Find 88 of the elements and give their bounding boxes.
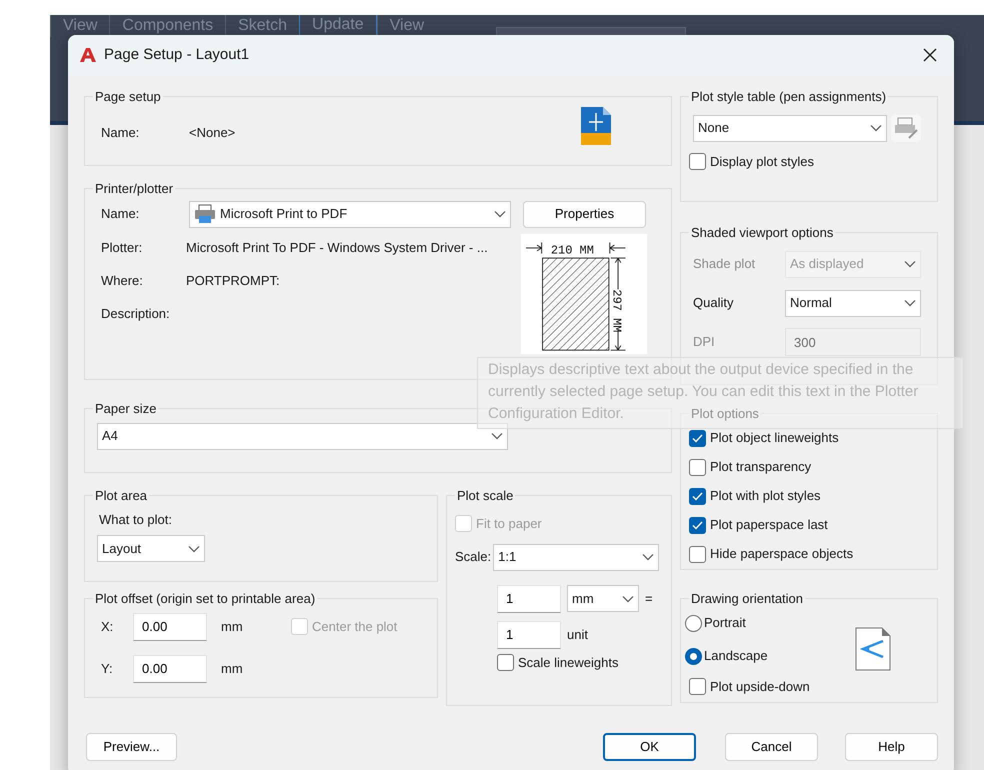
- dropdown[interactable]: None: [693, 114, 887, 142]
- group-title: Plot scale: [456, 488, 514, 504]
- dropdown[interactable]: Layout: [97, 535, 205, 562]
- field-label: Where:: [100, 272, 144, 290]
- caret-icon: [870, 124, 882, 132]
- field-label: Y:: [100, 660, 114, 678]
- field-label: Name:: [100, 205, 140, 224]
- radio-label: Portrait: [704, 614, 746, 632]
- caret-icon: [904, 299, 916, 308]
- group-title: Page setup: [94, 89, 162, 105]
- group-title: Drawing orientation: [690, 591, 804, 607]
- field-label: Plotter:: [100, 239, 144, 258]
- checkbox[interactable]: [689, 546, 706, 563]
- checkbox-label: Plot paperspace last: [710, 516, 828, 534]
- printer-edit-icon: [893, 117, 919, 140]
- checkbox[interactable]: [689, 678, 706, 696]
- group-title: Printer/plotter: [94, 181, 174, 197]
- checkbox-label: Plot upside-down: [710, 678, 810, 696]
- group-title: Plot offset (origin set to printable area): [94, 591, 316, 607]
- dialog-button[interactable]: Help: [845, 733, 938, 761]
- printer-dropdown[interactable]: Microsoft Print to PDF: [189, 200, 511, 228]
- checkbox-label: Scale lineweights: [518, 654, 618, 672]
- symbol-label: =: [645, 590, 653, 608]
- group-title: Plot options: [690, 406, 760, 422]
- dropdown[interactable]: mm: [567, 585, 639, 612]
- group-title: Shaded viewport options: [690, 225, 834, 241]
- input-field[interactable]: 0.00: [133, 654, 207, 683]
- dropdown[interactable]: A4: [97, 422, 508, 450]
- dialog-button[interactable]: Preview...: [86, 733, 177, 761]
- field-label: What to plot:: [99, 510, 173, 529]
- checkbox[interactable]: [689, 516, 706, 534]
- dropdown[interactable]: Normal: [785, 290, 921, 317]
- input-field[interactable]: 1: [497, 584, 561, 613]
- unit-label: unit: [567, 626, 588, 644]
- dialog-title: Page Setup - Layout1: [104, 44, 250, 65]
- checkbox-label: Plot transparency: [710, 458, 812, 476]
- field-label: Scale:: [455, 548, 492, 566]
- field-value: Microsoft Print To PDF - Windows System Driver - ...: [186, 239, 488, 258]
- edit-style-button[interactable]: [891, 114, 921, 142]
- radio-label: Landscape: [704, 647, 768, 666]
- group-title: Plot area: [94, 488, 148, 504]
- checkbox-label: Display plot styles: [710, 152, 814, 171]
- field-label: Description:: [100, 305, 171, 324]
- check-icon: [692, 520, 703, 530]
- field-label: X:: [100, 618, 114, 636]
- check-icon: [692, 434, 703, 443]
- checkbox-label: Fit to paper: [476, 514, 542, 533]
- dimension-label: 210 MM: [550, 243, 594, 258]
- group-title: Paper size: [94, 401, 158, 417]
- dimension-label: 297 MM: [609, 289, 624, 332]
- group-title: Plot style table (pen assignments): [690, 89, 888, 105]
- check-icon: [692, 492, 703, 501]
- field-label: DPI: [693, 333, 716, 352]
- caret-icon: [622, 594, 634, 603]
- field-label: Shade plot: [693, 255, 756, 274]
- caret-icon: [904, 260, 916, 268]
- field-value: <None>: [189, 124, 236, 142]
- unit-label: mm: [221, 618, 244, 636]
- input-field[interactable]: 1: [497, 620, 561, 649]
- caret-icon: [188, 544, 200, 553]
- checkbox-label: Plot object lineweights: [710, 429, 839, 448]
- caret-icon: [494, 210, 506, 218]
- dialog-button[interactable]: Cancel: [725, 733, 818, 761]
- unit-label: mm: [221, 660, 244, 678]
- close-icon: [922, 47, 938, 63]
- radio-button[interactable]: [685, 614, 702, 632]
- field-label: Quality: [693, 294, 734, 312]
- checkbox[interactable]: [497, 654, 514, 672]
- field-label: Name:: [100, 124, 140, 142]
- dropdown[interactable]: 1:1: [493, 544, 660, 571]
- checkbox-label: Plot with plot styles: [710, 487, 821, 506]
- checkbox[interactable]: [689, 488, 706, 505]
- checkbox-label: Hide paperspace objects: [710, 545, 854, 564]
- checkbox[interactable]: [689, 153, 706, 170]
- checkbox[interactable]: [689, 458, 706, 476]
- field-value: PORTPROMPT:: [186, 272, 280, 290]
- landscape-page-icon: [855, 626, 891, 671]
- printer-icon: [194, 204, 216, 224]
- logo-icon: [80, 47, 96, 63]
- caret-icon: [642, 553, 654, 562]
- radio-button[interactable]: [685, 648, 702, 665]
- dialog-button[interactable]: OK: [603, 733, 696, 761]
- input-field[interactable]: 0.00: [133, 612, 207, 641]
- checkbox[interactable]: [689, 430, 706, 447]
- properties-button[interactable]: Properties: [523, 200, 646, 228]
- caret-icon: [491, 432, 503, 440]
- drawing-file-icon: [579, 104, 613, 147]
- checkbox-label: Center the plot: [312, 618, 398, 636]
